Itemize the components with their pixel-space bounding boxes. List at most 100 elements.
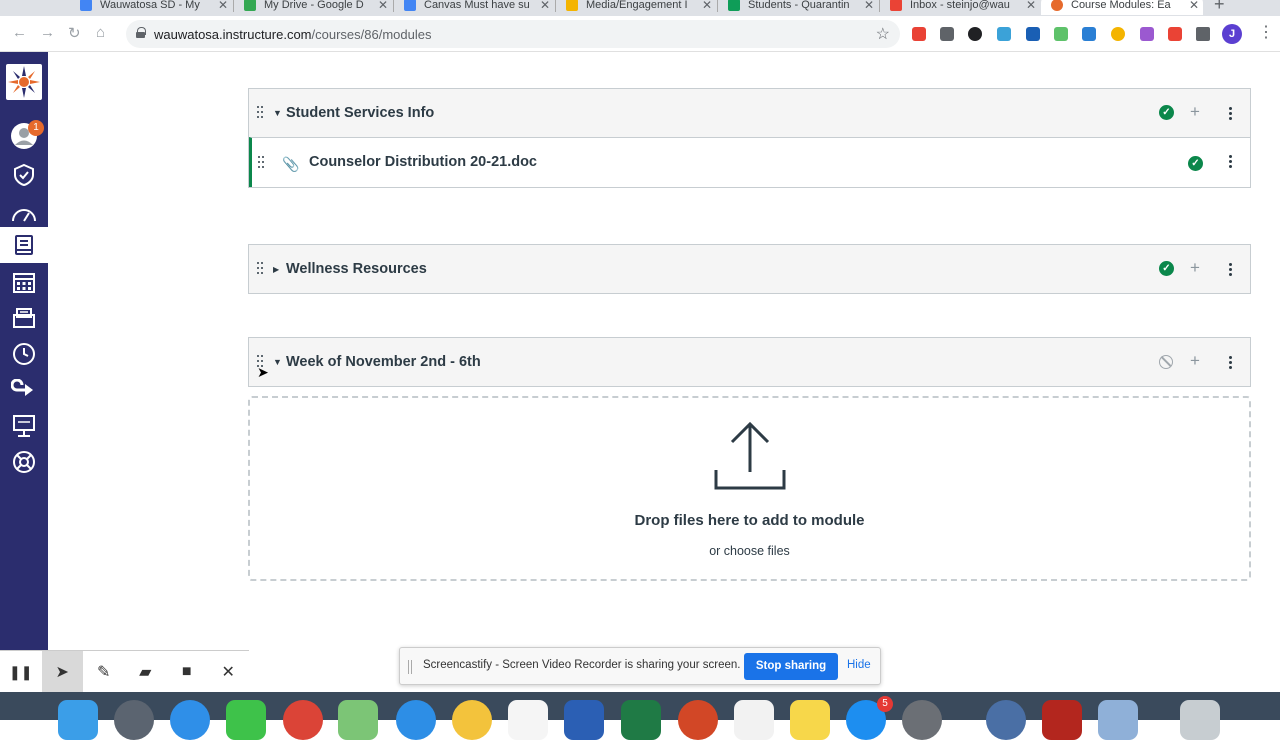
browser-tab-active[interactable]: Course Modules: Ea ✕ (1041, 0, 1203, 15)
safari-icon[interactable] (170, 700, 210, 740)
nav-admin[interactable] (0, 157, 48, 193)
extension-icon[interactable] (1054, 27, 1068, 41)
stop-sharing-button[interactable]: Stop sharing (744, 653, 838, 680)
module-item-title[interactable]: Counselor Distribution 20-21.doc (309, 154, 537, 170)
tab-title: Course Modules: Ea (1071, 0, 1171, 11)
institution-logo[interactable] (6, 64, 42, 100)
excel-icon[interactable] (621, 700, 661, 740)
extension-icon[interactable] (1082, 27, 1096, 41)
published-check-icon[interactable]: ✓ (1188, 156, 1203, 171)
browser-tab[interactable]: My Drive - Google D ✕ (234, 0, 392, 15)
eraser-tool-icon[interactable]: ▰ (125, 651, 167, 693)
file-dropzone[interactable]: Drop files here to add to module or choo… (248, 396, 1251, 581)
tab-close-icon[interactable]: ✕ (702, 0, 712, 12)
extension-icon[interactable] (997, 27, 1011, 41)
launchpad-icon[interactable] (114, 700, 154, 740)
module-header[interactable]: ▼ Student Services Info ✓ + (249, 89, 1250, 137)
close-toolbar-icon[interactable]: ✕ (208, 651, 250, 693)
pen-tool-icon[interactable]: ✎ (83, 651, 125, 693)
add-item-icon[interactable]: + (1190, 258, 1200, 278)
module-title[interactable]: Student Services Info (286, 105, 434, 121)
unpublished-icon[interactable] (1159, 355, 1173, 369)
browser-tab[interactable]: Wauwatosa SD - My ✕ (70, 0, 232, 15)
profile-avatar[interactable]: J (1222, 24, 1242, 44)
tab-close-icon[interactable]: ✕ (1189, 0, 1199, 12)
word-icon[interactable] (564, 700, 604, 740)
camera-icon[interactable]: ■ (166, 651, 208, 693)
trash-icon[interactable] (1180, 700, 1220, 740)
item-menu-icon[interactable] (1229, 155, 1233, 170)
reload-icon[interactable]: ↻ (68, 24, 81, 42)
extension-icon[interactable] (1111, 27, 1125, 41)
calendar-app-icon[interactable] (508, 700, 548, 740)
browser-tab[interactable]: Students - Quarantin ✕ (718, 0, 878, 15)
extension-icon[interactable] (940, 27, 954, 41)
nav-help[interactable] (0, 444, 48, 480)
reminders-icon[interactable] (734, 700, 774, 740)
tab-close-icon[interactable]: ✕ (1026, 0, 1036, 12)
published-check-icon[interactable]: ✓ (1159, 261, 1174, 276)
pointer-tool-icon[interactable]: ➤ (41, 651, 83, 693)
notes-icon[interactable] (790, 700, 830, 740)
extension-icon[interactable] (968, 27, 982, 41)
module-menu-icon[interactable] (1229, 107, 1233, 122)
browser-tab[interactable]: Canvas Must have su ✕ (394, 0, 554, 15)
app-icon[interactable] (986, 700, 1026, 740)
tab-close-icon[interactable]: ✕ (540, 0, 550, 12)
forward-icon[interactable]: → (40, 24, 55, 41)
drag-handle-icon[interactable] (257, 106, 265, 120)
back-icon[interactable]: ← (12, 24, 27, 41)
browser-menu-icon[interactable]: ⋮ (1258, 25, 1274, 41)
hide-button[interactable]: Hide (847, 659, 871, 671)
drag-handle-icon[interactable] (257, 262, 265, 276)
nav-calendar[interactable] (0, 264, 48, 300)
module-menu-icon[interactable] (1229, 356, 1233, 371)
extension-icon[interactable] (1140, 27, 1154, 41)
published-check-icon[interactable]: ✓ (1159, 105, 1174, 120)
facetime-icon[interactable] (226, 700, 266, 740)
chrome-icon[interactable] (283, 700, 323, 740)
browser-tab[interactable]: Inbox - steinjo@wau ✕ (880, 0, 1040, 15)
nav-studio[interactable] (0, 408, 48, 444)
module-header[interactable]: ▼ Week of November 2nd - 6th + (249, 338, 1250, 386)
extension-icon[interactable] (1026, 27, 1040, 41)
nav-inbox[interactable] (0, 300, 48, 336)
bookmark-star-icon[interactable]: ☆ (876, 24, 890, 44)
module-menu-icon[interactable] (1229, 263, 1233, 278)
folder-icon[interactable] (1098, 700, 1138, 740)
extension-icon[interactable] (912, 27, 926, 41)
nav-commons[interactable] (0, 372, 48, 408)
address-bar[interactable]: wauwatosa.instructure.com/courses/86/mod… (126, 20, 900, 48)
powerpoint-icon[interactable] (678, 700, 718, 740)
nav-courses[interactable] (0, 227, 48, 263)
photos-icon[interactable] (452, 700, 492, 740)
add-item-icon[interactable]: + (1190, 351, 1200, 371)
drag-grip-icon[interactable] (408, 660, 412, 674)
system-preferences-icon[interactable] (902, 700, 942, 740)
collapse-caret-icon[interactable]: ▼ (273, 108, 282, 118)
nav-history[interactable] (0, 336, 48, 372)
home-icon[interactable]: ⌂ (96, 24, 105, 41)
new-tab-icon[interactable]: + (1214, 0, 1225, 15)
puzzle-extensions-icon[interactable] (1196, 27, 1210, 41)
choose-files-link[interactable]: or choose files (250, 544, 1249, 558)
browser-tab[interactable]: Media/Engagement I ✕ (556, 0, 716, 15)
nav-account[interactable]: 1 (0, 118, 48, 154)
module-header[interactable]: ▶ Wellness Resources ✓ + (249, 245, 1250, 293)
module-title[interactable]: Wellness Resources (286, 261, 427, 277)
collapse-caret-icon[interactable]: ▼ (273, 357, 282, 367)
tab-close-icon[interactable]: ✕ (864, 0, 874, 12)
app-icon[interactable] (396, 700, 436, 740)
finder-icon[interactable] (58, 700, 98, 740)
expand-caret-icon[interactable]: ▶ (273, 265, 279, 274)
app-icon[interactable] (1042, 700, 1082, 740)
tab-favicon-icon (1051, 0, 1063, 11)
gmail-extension-icon[interactable] (1168, 27, 1182, 41)
tab-close-icon[interactable]: ✕ (378, 0, 388, 12)
add-item-icon[interactable]: + (1190, 102, 1200, 122)
tab-close-icon[interactable]: ✕ (218, 0, 228, 12)
drag-handle-icon[interactable] (258, 156, 266, 170)
pause-icon[interactable]: ❚❚ (0, 651, 42, 693)
maps-icon[interactable] (338, 700, 378, 740)
module-title[interactable]: Week of November 2nd - 6th (286, 354, 481, 370)
